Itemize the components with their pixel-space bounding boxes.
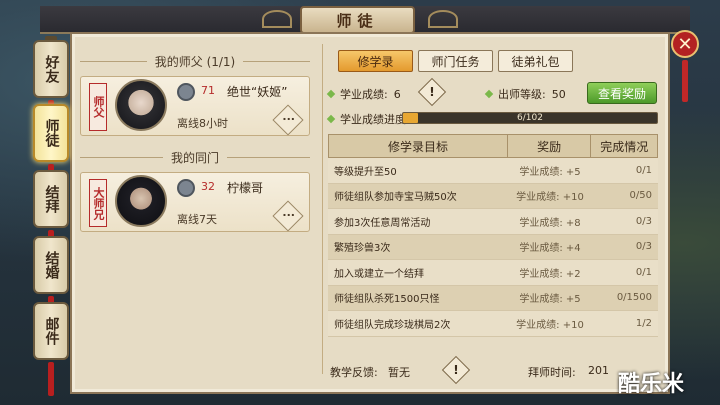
table-body: 等级提升至50 学业成绩: +5 0/1 师徒组队参加寺宝马贼50次 学业成绩: +1… <box>328 158 658 337</box>
feedback-label: 教学反馈: <box>330 366 378 379</box>
row-goal: 参加3次任意周常活动 <box>334 217 431 229</box>
title-ornament-left <box>262 10 292 28</box>
close-button[interactable]: ✕ <box>671 30 699 58</box>
side-tab-tassel <box>48 362 54 396</box>
row-goal: 师徒组队参加寺宝马贼50次 <box>334 192 457 204</box>
side-tab-master[interactable]: 师徒 <box>33 104 69 162</box>
date-label: 拜师时间: <box>528 366 576 379</box>
header-line <box>243 60 310 62</box>
master-avatar <box>115 79 167 131</box>
close-icon: ✕ <box>677 33 693 55</box>
side-tab-mail[interactable]: 邮件 <box>33 302 69 360</box>
peer-status: 离线7天 <box>177 213 217 226</box>
table-row[interactable]: 参加3次任意周常活动 学业成绩: +8 0/3 <box>328 209 658 235</box>
tab-sect-tasks[interactable]: 师门任务 <box>418 50 493 72</box>
master-name: 绝世“妖姬” <box>227 85 288 99</box>
row-status: 0/1 <box>635 266 652 278</box>
table-header: 修学录目标 奖励 完成情况 <box>328 134 658 158</box>
bullet-icon <box>326 89 336 99</box>
master-seal: 师父 <box>89 83 107 131</box>
row-goal: 师徒组队杀死1500只怪 <box>334 294 440 306</box>
peer-seal: 大师兄 <box>89 179 107 227</box>
side-tab-marriage[interactable]: 结婚 <box>33 236 69 294</box>
gender-icon <box>177 179 195 197</box>
peer-more-button[interactable]: ··· <box>272 200 304 232</box>
row-goal: 师徒组队完成珍珑棋局2次 <box>334 319 451 331</box>
date-value: 201 <box>588 364 609 377</box>
header-goal: 修学录目标 <box>329 135 508 157</box>
peer-level: 32 <box>201 180 215 193</box>
side-tab-sworn[interactable]: 结拜 <box>33 170 69 228</box>
progress-text: 6/102 <box>517 113 543 123</box>
master-level: 71 <box>201 84 215 97</box>
row-reward: 学业成绩: +5 <box>519 294 581 306</box>
more-icon: ··· <box>282 112 295 126</box>
table-row[interactable]: 繁殖珍兽3次 学业成绩: +4 0/3 <box>328 234 658 260</box>
bullet-icon <box>326 114 336 124</box>
row-status: 0/50 <box>629 190 652 202</box>
master-section-title: 我的师父 (1/1) <box>154 54 236 69</box>
peer-avatar <box>115 175 167 227</box>
row-reward: 学业成绩: +5 <box>519 166 581 178</box>
row-status: 0/3 <box>635 241 652 253</box>
peer-card[interactable]: 大师兄 32 柠檬哥 离线7天 ··· <box>80 172 310 232</box>
grad-label: 出师等级: <box>498 88 546 101</box>
row-reward: 学业成绩: +10 <box>516 192 584 204</box>
peers-section-header: 我的同门 <box>80 148 311 166</box>
table-row[interactable]: 等级提升至50 学业成绩: +5 0/1 <box>328 158 658 184</box>
peer-name: 柠檬哥 <box>227 181 264 195</box>
table-row[interactable]: 加入或建立一个结拜 学业成绩: +2 0/1 <box>328 260 658 286</box>
master-section-header: 我的师父 (1/1) <box>80 52 310 70</box>
grad-value: 50 <box>551 87 566 101</box>
progress-label-text: 学业成绩进度: <box>340 113 410 126</box>
study-table: 修学录目标 奖励 完成情况 等级提升至50 学业成绩: +5 0/1 师徒组队参加寺… <box>328 134 658 337</box>
peers-section-title: 我的同门 <box>171 150 220 165</box>
row-status: 0/1500 <box>616 292 652 304</box>
master-status: 离线8小时 <box>177 117 228 130</box>
score-value: 6 <box>393 87 401 101</box>
header-line <box>227 156 311 158</box>
score-stat: 学业成绩: 6 <box>326 86 401 102</box>
exclamation-icon: ! <box>429 85 435 99</box>
side-tab-friends[interactable]: 好友 <box>33 40 69 98</box>
row-reward: 学业成绩: +4 <box>519 243 581 255</box>
header-status: 完成情况 <box>600 139 649 154</box>
table-row[interactable]: 师徒组队参加寺宝马贼50次 学业成绩: +10 0/50 <box>328 183 658 209</box>
close-tassel <box>682 60 688 102</box>
row-goal: 繁殖珍兽3次 <box>334 243 391 255</box>
table-row[interactable]: 师徒组队完成珍珑棋局2次 学业成绩: +10 1/2 <box>328 311 658 337</box>
row-goal: 加入或建立一个结拜 <box>334 268 424 280</box>
more-icon: ··· <box>282 208 295 222</box>
row-reward: 学业成绩: +2 <box>519 268 581 280</box>
row-status: 0/3 <box>635 215 652 227</box>
master-card[interactable]: 师父 71 绝世“妖姬” 离线8小时 ··· <box>80 76 310 136</box>
progress-label: 学业成绩进度: <box>326 111 410 127</box>
exclamation-icon: ! <box>453 363 459 377</box>
window-title: 师徒 <box>300 6 415 34</box>
row-reward: 学业成绩: +10 <box>516 319 584 331</box>
master-more-button[interactable]: ··· <box>272 104 304 136</box>
row-status: 1/2 <box>635 317 652 329</box>
tab-study-record[interactable]: 修学录 <box>338 50 413 72</box>
title-ornament-right <box>428 10 458 28</box>
column-divider <box>322 44 323 374</box>
grad-level-stat: 出师等级: 50 <box>484 86 566 102</box>
header-reward: 奖励 <box>508 135 592 157</box>
row-reward: 学业成绩: +8 <box>519 217 581 229</box>
header-line <box>80 60 147 62</box>
table-row[interactable]: 师徒组队杀死1500只怪 学业成绩: +5 0/1500 <box>328 285 658 311</box>
bullet-icon <box>484 89 494 99</box>
view-reward-button[interactable]: 查看奖励 <box>587 82 657 104</box>
header-line <box>80 156 163 158</box>
gender-icon <box>177 83 195 101</box>
row-status: 0/1 <box>635 164 652 176</box>
row-goal: 等级提升至50 <box>334 166 397 178</box>
feedback-value: 暂无 <box>388 366 410 379</box>
tab-disciple-gift[interactable]: 徒弟礼包 <box>498 50 573 72</box>
score-label: 学业成绩: <box>340 88 388 101</box>
watermark-logo: 酷乐米 <box>618 372 685 397</box>
